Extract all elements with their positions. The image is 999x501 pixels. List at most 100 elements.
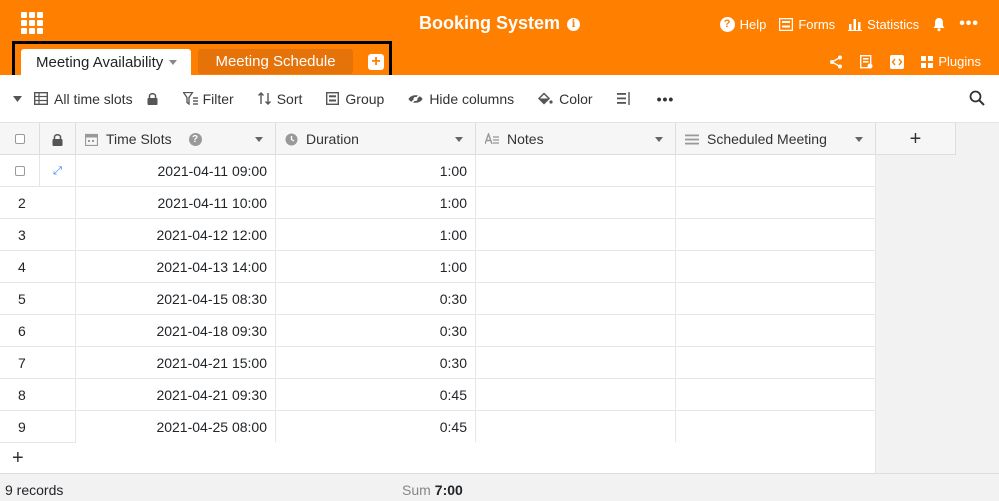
- duration-cell[interactable]: 1:00: [276, 155, 476, 187]
- table-row[interactable]: 9 2021-04-25 08:00 0:45: [0, 411, 876, 443]
- question-icon[interactable]: ?: [188, 132, 202, 146]
- sort-button[interactable]: Sort: [257, 91, 302, 107]
- chevron-down-icon[interactable]: [855, 137, 863, 142]
- color-button[interactable]: Color: [538, 91, 593, 107]
- table-row[interactable]: 5 2021-04-15 08:30 0:30: [0, 283, 876, 315]
- duration-cell[interactable]: 0:30: [276, 347, 476, 379]
- column-header-notes[interactable]: Notes: [476, 123, 676, 155]
- notes-cell[interactable]: [476, 219, 676, 251]
- apps-grid-icon[interactable]: [21, 12, 43, 34]
- table-row[interactable]: 7 2021-04-21 15:00 0:30: [0, 347, 876, 379]
- sum-value: 7:00: [434, 482, 463, 498]
- expand-row-cell[interactable]: ⤢: [40, 155, 76, 187]
- add-table-button[interactable]: +: [368, 54, 384, 70]
- scheduled-meeting-cell[interactable]: [676, 315, 876, 347]
- lock-view-button[interactable]: [147, 92, 158, 105]
- duration-summary[interactable]: Sum 7:00: [402, 482, 463, 498]
- notifications-button[interactable]: [932, 17, 946, 32]
- notes-cell[interactable]: [476, 411, 676, 443]
- expand-icon[interactable]: ⤢: [53, 165, 62, 178]
- toolbar-more-icon[interactable]: •••: [657, 91, 675, 107]
- table-row[interactable]: ⤢ 2021-04-11 09:00 1:00: [0, 155, 876, 187]
- duration-cell[interactable]: 0:45: [276, 411, 476, 443]
- chevron-down-icon[interactable]: [255, 137, 263, 142]
- statistics-button[interactable]: Statistics: [848, 17, 919, 32]
- chevron-down-icon[interactable]: [169, 60, 178, 65]
- scheduled-meeting-cell[interactable]: [676, 187, 876, 219]
- time-slot-cell[interactable]: 2021-04-11 10:00: [76, 187, 276, 219]
- group-button[interactable]: Group: [326, 91, 384, 107]
- time-slot-cell[interactable]: 2021-04-21 09:30: [76, 379, 276, 411]
- time-slot-cell[interactable]: 2021-04-18 09:30: [76, 315, 276, 347]
- table-row[interactable]: 4 2021-04-13 14:00 1:00: [0, 251, 876, 283]
- scheduled-meeting-cell[interactable]: [676, 347, 876, 379]
- time-slot-cell[interactable]: 2021-04-11 09:00: [76, 155, 276, 187]
- tab-meeting-schedule[interactable]: Meeting Schedule: [198, 49, 353, 74]
- row-number: 6: [0, 315, 76, 347]
- duration-cell[interactable]: 1:00: [276, 187, 476, 219]
- column-header-duration[interactable]: Duration: [276, 123, 476, 155]
- select-all-checkbox[interactable]: [14, 134, 25, 144]
- table-row[interactable]: 6 2021-04-18 09:30 0:30: [0, 315, 876, 347]
- column-label: Notes: [507, 131, 544, 147]
- scheduled-meeting-cell[interactable]: [676, 283, 876, 315]
- time-slot-cell[interactable]: 2021-04-13 14:00: [76, 251, 276, 283]
- link-icon: [685, 134, 699, 144]
- notes-cell[interactable]: [476, 283, 676, 315]
- record-count: 9 records: [5, 482, 64, 498]
- notes-cell[interactable]: [476, 379, 676, 411]
- table-row[interactable]: 8 2021-04-21 09:30 0:45: [0, 379, 876, 411]
- time-slot-cell[interactable]: 2021-04-12 12:00: [76, 219, 276, 251]
- plugins-button[interactable]: Plugins: [921, 54, 981, 69]
- time-slot-cell[interactable]: 2021-04-15 08:30: [76, 283, 276, 315]
- duration-cell[interactable]: 1:00: [276, 219, 476, 251]
- add-column-button[interactable]: +: [876, 123, 956, 155]
- chevron-down-icon[interactable]: [455, 137, 463, 142]
- info-icon[interactable]: i: [567, 18, 581, 31]
- tab-label: Meeting Schedule: [215, 53, 336, 70]
- row-number: 8: [0, 379, 76, 411]
- column-header-time-slots[interactable]: Time Slots ?: [76, 123, 276, 155]
- share-icon[interactable]: [829, 55, 843, 69]
- more-menu-icon[interactable]: •••: [959, 15, 979, 33]
- column-label: Time Slots: [106, 131, 172, 147]
- notes-cell[interactable]: [476, 251, 676, 283]
- table-row[interactable]: 3 2021-04-12 12:00 1:00: [0, 219, 876, 251]
- notes-cell[interactable]: [476, 187, 676, 219]
- notes-cell[interactable]: [476, 155, 676, 187]
- hide-columns-label: Hide columns: [429, 90, 515, 107]
- filter-icon: [182, 92, 198, 105]
- add-row-button[interactable]: +: [12, 447, 24, 470]
- chevron-down-icon[interactable]: [655, 137, 663, 142]
- row-height-button[interactable]: [616, 92, 631, 105]
- hide-columns-button[interactable]: Hide columns: [408, 91, 514, 107]
- table-row[interactable]: 2 2021-04-11 10:00 1:00: [0, 187, 876, 219]
- scheduled-meeting-cell[interactable]: [676, 379, 876, 411]
- select-all-cell[interactable]: [0, 123, 40, 155]
- help-button[interactable]: ? Help: [719, 16, 766, 32]
- lock-icon: [147, 93, 158, 105]
- scheduled-meeting-cell[interactable]: [676, 219, 876, 251]
- duration-cell[interactable]: 1:00: [276, 251, 476, 283]
- row-checkbox-cell[interactable]: [0, 155, 40, 187]
- scheduled-meeting-cell[interactable]: [676, 251, 876, 283]
- duration-cell[interactable]: 0:30: [276, 315, 476, 347]
- duration-cell[interactable]: 0:30: [276, 283, 476, 315]
- time-slot-cell[interactable]: 2021-04-25 08:00: [76, 411, 276, 443]
- row-checkbox[interactable]: [14, 166, 25, 176]
- row-number: 7: [0, 347, 76, 379]
- notes-cell[interactable]: [476, 347, 676, 379]
- filter-button[interactable]: Filter: [182, 91, 234, 107]
- duration-cell[interactable]: 0:45: [276, 379, 476, 411]
- code-icon[interactable]: [890, 54, 905, 69]
- scheduled-meeting-cell[interactable]: [676, 155, 876, 187]
- notes-cell[interactable]: [476, 315, 676, 347]
- time-slot-cell[interactable]: 2021-04-21 15:00: [76, 347, 276, 379]
- column-header-scheduled-meeting[interactable]: Scheduled Meeting: [676, 123, 876, 155]
- form-settings-icon[interactable]: [860, 54, 873, 69]
- scheduled-meeting-cell[interactable]: [676, 411, 876, 443]
- search-icon[interactable]: [969, 90, 985, 106]
- tab-meeting-availability[interactable]: Meeting Availability: [21, 49, 191, 76]
- forms-button[interactable]: Forms: [779, 17, 835, 32]
- view-switcher[interactable]: All time slots: [13, 91, 133, 107]
